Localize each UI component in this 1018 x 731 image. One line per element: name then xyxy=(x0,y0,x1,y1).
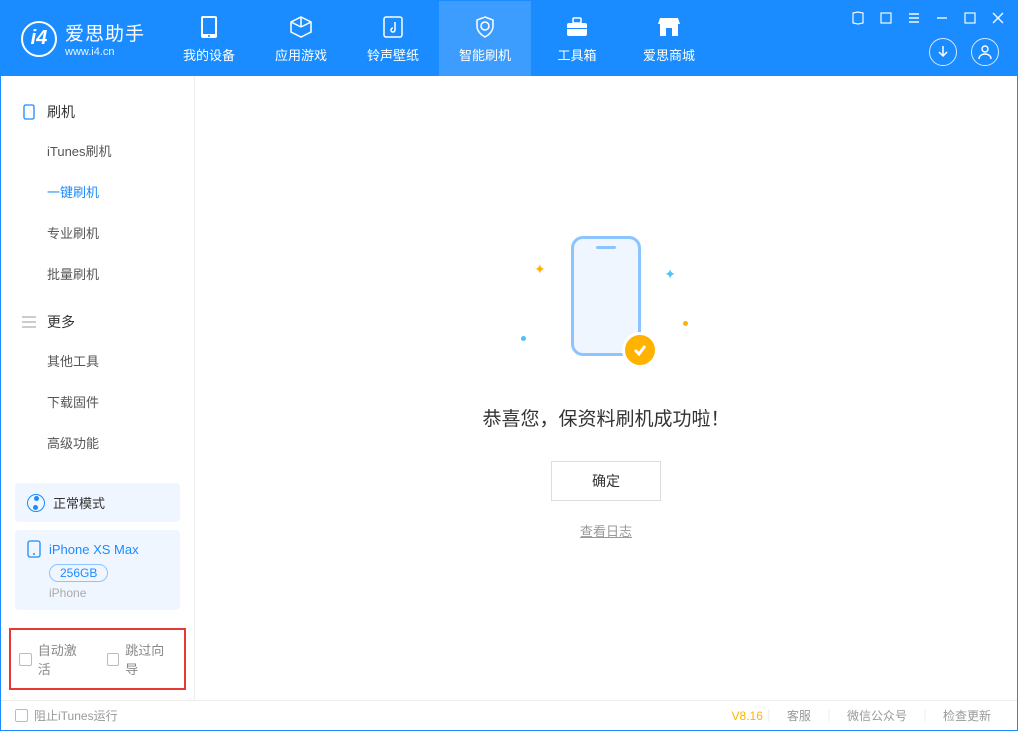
app-body: 刷机 iTunes刷机 一键刷机 专业刷机 批量刷机 更多 其他工具 下载固件 … xyxy=(1,76,1017,700)
footer-link-support[interactable]: 客服 xyxy=(775,707,823,724)
checkbox-label: 自动激活 xyxy=(38,640,89,678)
checkmark-badge-icon xyxy=(622,332,658,368)
sparkle-icon: ✦ xyxy=(534,261,546,278)
tab-label: 爱思商城 xyxy=(643,45,695,64)
device-type: iPhone xyxy=(49,586,168,600)
sparkle-icon: ✦ xyxy=(664,266,676,283)
store-icon xyxy=(656,14,682,40)
highlighted-options: 自动激活 跳过向导 xyxy=(9,628,186,690)
shield-icon xyxy=(472,14,498,40)
maximize-icon[interactable] xyxy=(961,9,979,27)
checkbox-label: 阻止iTunes运行 xyxy=(34,707,118,724)
sidebar-section-flash[interactable]: 刷机 xyxy=(1,94,194,130)
window-controls xyxy=(849,9,1007,27)
sidebar-item-itunes-flash[interactable]: iTunes刷机 xyxy=(1,130,194,171)
success-message: 恭喜您，保资料刷机成功啦！ xyxy=(482,404,729,431)
tab-my-device[interactable]: 我的设备 xyxy=(163,1,255,76)
checkbox-icon xyxy=(19,653,32,666)
tab-apps[interactable]: 应用游戏 xyxy=(255,1,347,76)
main-content: ✦ ✦ 恭喜您，保资料刷机成功啦！ 确定 查看日志 xyxy=(195,76,1017,700)
ok-button[interactable]: 确定 xyxy=(551,461,661,501)
tab-toolbox[interactable]: 工具箱 xyxy=(531,1,623,76)
dot-icon xyxy=(521,336,526,341)
tab-store[interactable]: 爱思商城 xyxy=(623,1,715,76)
toolbox-icon xyxy=(564,14,590,40)
tab-label: 我的设备 xyxy=(183,45,235,64)
checkbox-skip-wizard[interactable]: 跳过向导 xyxy=(107,640,177,678)
logo: i4 爱思助手 www.i4.cn xyxy=(1,19,163,58)
checkbox-icon xyxy=(15,709,28,722)
sidebar-item-batch-flash[interactable]: 批量刷机 xyxy=(1,253,194,294)
skin-icon[interactable] xyxy=(877,9,895,27)
user-icon[interactable] xyxy=(971,38,999,66)
checkbox-icon xyxy=(107,653,120,666)
sidebar-item-pro-flash[interactable]: 专业刷机 xyxy=(1,212,194,253)
logo-icon: i4 xyxy=(21,21,57,57)
music-icon xyxy=(380,14,406,40)
sidebar: 刷机 iTunes刷机 一键刷机 专业刷机 批量刷机 更多 其他工具 下载固件 … xyxy=(1,76,195,700)
checkbox-auto-activate[interactable]: 自动激活 xyxy=(19,640,89,678)
list-icon xyxy=(21,314,37,330)
cube-icon xyxy=(288,14,314,40)
download-icon[interactable] xyxy=(929,38,957,66)
nav-tabs: 我的设备 应用游戏 铃声壁纸 智能刷机 工具箱 爱思商城 xyxy=(163,1,715,76)
header-actions xyxy=(929,38,999,66)
version-label: V8.16 xyxy=(732,709,763,723)
tab-label: 工具箱 xyxy=(558,45,597,64)
tab-ringtones[interactable]: 铃声壁纸 xyxy=(347,1,439,76)
app-name: 爱思助手 xyxy=(65,19,145,46)
tab-label: 智能刷机 xyxy=(459,45,511,64)
view-log-link[interactable]: 查看日志 xyxy=(580,521,632,540)
success-illustration: ✦ ✦ xyxy=(516,236,696,376)
phone-icon xyxy=(196,14,222,40)
feedback-icon[interactable] xyxy=(849,9,867,27)
device-small-icon xyxy=(21,104,37,120)
mode-box[interactable]: 正常模式 xyxy=(15,483,180,522)
minimize-icon[interactable] xyxy=(933,9,951,27)
section-title: 刷机 xyxy=(47,102,75,122)
close-icon[interactable] xyxy=(989,9,1007,27)
app-url: www.i4.cn xyxy=(65,46,145,58)
checkbox-block-itunes[interactable]: 阻止iTunes运行 xyxy=(15,707,118,724)
sidebar-item-one-click-flash[interactable]: 一键刷机 xyxy=(1,171,194,212)
footer-link-wechat[interactable]: 微信公众号 xyxy=(835,707,919,724)
footer: 阻止iTunes运行 V8.16 ｜ 客服 ｜ 微信公众号 ｜ 检查更新 xyxy=(1,700,1017,730)
checkbox-label: 跳过向导 xyxy=(125,640,176,678)
mode-icon xyxy=(27,494,45,512)
device-capacity: 256GB xyxy=(49,564,108,582)
dot-icon xyxy=(683,321,688,326)
menu-icon[interactable] xyxy=(905,9,923,27)
tab-label: 铃声壁纸 xyxy=(367,45,419,64)
mode-label: 正常模式 xyxy=(53,493,105,512)
section-title: 更多 xyxy=(47,312,75,332)
sidebar-item-download-firmware[interactable]: 下载固件 xyxy=(1,381,194,422)
sidebar-section-more[interactable]: 更多 xyxy=(1,304,194,340)
device-name: iPhone XS Max xyxy=(49,542,139,557)
tab-flash[interactable]: 智能刷机 xyxy=(439,1,531,76)
footer-link-update[interactable]: 检查更新 xyxy=(931,707,1003,724)
sidebar-item-other-tools[interactable]: 其他工具 xyxy=(1,340,194,381)
device-box[interactable]: iPhone XS Max 256GB iPhone xyxy=(15,530,180,610)
device-icon xyxy=(27,540,41,558)
sidebar-item-advanced[interactable]: 高级功能 xyxy=(1,422,194,463)
tab-label: 应用游戏 xyxy=(275,45,327,64)
app-header: i4 爱思助手 www.i4.cn 我的设备 应用游戏 铃声壁纸 智能刷机 工具… xyxy=(1,1,1017,76)
